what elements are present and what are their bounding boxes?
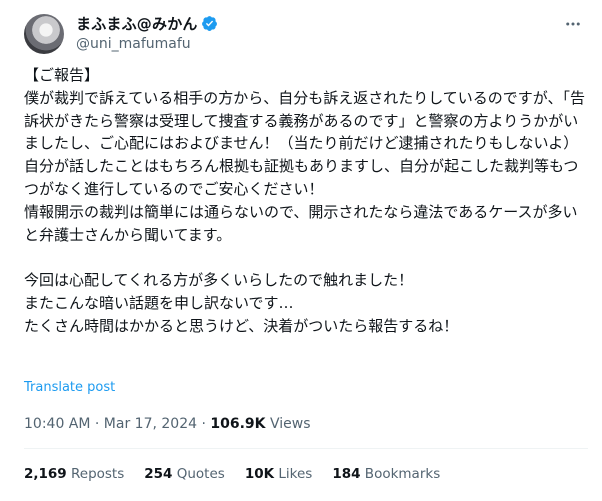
post-meta: 10:40 AM · Mar 17, 2024 · 106.9K Views: [24, 416, 310, 432]
post-timestamp[interactable]: 10:40 AM · Mar 17, 2024 ·: [24, 416, 210, 432]
more-options-icon[interactable]: [558, 12, 588, 36]
display-name-row: まふまふ@みかん: [76, 12, 218, 34]
translate-post-link[interactable]: Translate post: [24, 380, 115, 395]
post-header: まふまふ@みかん @uni_mafumafu: [24, 12, 588, 56]
quotes-count: 254: [144, 466, 173, 482]
divider: [24, 448, 588, 449]
avatar[interactable]: [24, 14, 64, 54]
more-dots-icon: [566, 22, 580, 26]
likes-stat[interactable]: 10K Likes: [245, 466, 313, 482]
views-label: Views: [265, 416, 311, 432]
quotes-stat[interactable]: 254 Quotes: [144, 466, 225, 482]
quotes-label: Quotes: [172, 466, 225, 482]
handle[interactable]: @uni_mafumafu: [76, 36, 218, 52]
reposts-label: Reposts: [66, 466, 125, 482]
author-names: まふまふ@みかん @uni_mafumafu: [76, 12, 218, 52]
likes-count: 10K: [244, 466, 275, 482]
engagement-stats: 2,169 Reposts 254 Quotes 10K Likes 184 B…: [24, 466, 440, 482]
post-text: 【ご報告】 僕が裁判で訴えている相手の方から、自分も訴え返されたりしているのです…: [24, 66, 586, 335]
display-name[interactable]: まふまふ@みかん: [76, 13, 198, 34]
reposts-count: 2,169: [24, 466, 67, 482]
views-count: 106.9K: [210, 416, 266, 432]
bookmarks-label: Bookmarks: [360, 466, 441, 482]
likes-label: Likes: [274, 466, 313, 482]
bookmarks-count: 184: [332, 466, 361, 482]
bookmarks-stat[interactable]: 184 Bookmarks: [332, 466, 440, 482]
reposts-stat[interactable]: 2,169 Reposts: [24, 466, 124, 482]
post-card: まふまふ@みかん @uni_mafumafu 【ご報告】 僕が裁判で訴えている相…: [0, 0, 602, 501]
verified-badge-icon: [201, 15, 217, 31]
